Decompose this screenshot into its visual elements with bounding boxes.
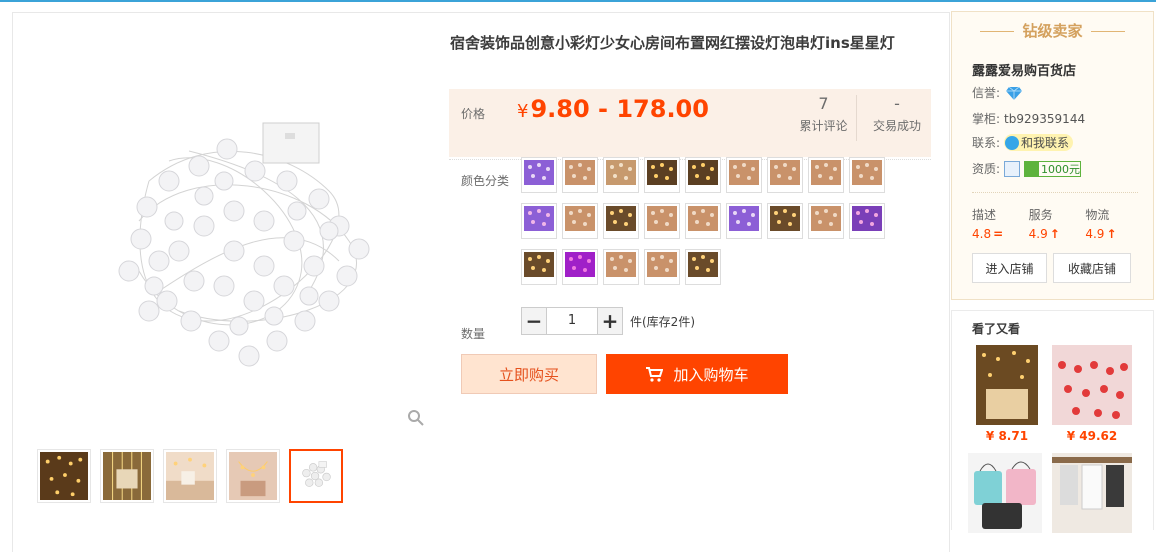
buy-now-label: 立即购买 xyxy=(498,365,559,384)
sales-count: - xyxy=(894,94,900,113)
sku-option[interactable] xyxy=(521,249,557,285)
sku-option[interactable] xyxy=(808,157,844,193)
sku-option[interactable] xyxy=(767,157,803,193)
favorite-shop-button[interactable]: 收藏店铺 xyxy=(1053,253,1131,283)
price-range: 9.80 - 178.00 xyxy=(530,95,709,123)
thumbnail-5[interactable] xyxy=(289,449,343,503)
add-to-cart-label: 加入购物车 xyxy=(673,365,749,384)
shield-icon xyxy=(1025,161,1040,176)
owner-row: 掌柜: tb929359144 xyxy=(972,111,1086,127)
sku-option[interactable] xyxy=(644,157,680,193)
seller-panel: 钻级卖家 露露爱易购百货店 信誉: 掌柜: tb929359144 联系: 和我联… xyxy=(951,11,1154,300)
also-viewed-item[interactable]: ¥ 8.71 xyxy=(976,345,1038,443)
owner-name[interactable]: tb929359144 xyxy=(1004,112,1085,126)
increase-button[interactable]: + xyxy=(597,307,623,335)
sku-option[interactable] xyxy=(562,157,598,193)
also-viewed-price: ¥ 8.71 xyxy=(985,429,1029,443)
sku-option[interactable] xyxy=(644,203,680,239)
sku-option[interactable] xyxy=(849,203,885,239)
thumbnail-3[interactable] xyxy=(163,449,217,503)
sku-option[interactable] xyxy=(767,203,803,239)
sku-option[interactable] xyxy=(603,157,639,193)
sales-label: 交易成功 xyxy=(872,119,921,133)
seller-divider xyxy=(972,192,1138,193)
sales-stat: - 交易成功 xyxy=(863,95,931,141)
also-viewed-item[interactable] xyxy=(1052,453,1132,533)
sku-option[interactable] xyxy=(521,203,557,239)
score-logistics: 物流 4.9 ↑ xyxy=(1085,208,1117,241)
sku-option[interactable] xyxy=(808,203,844,239)
thumbnail-4[interactable] xyxy=(226,449,280,503)
seller-badge: 钻级卖家 xyxy=(952,20,1153,41)
sku-option[interactable] xyxy=(521,157,557,193)
personal-cert-icon[interactable] xyxy=(1004,160,1021,177)
quantity-input[interactable]: 1 xyxy=(547,307,597,335)
sku-option[interactable] xyxy=(726,203,762,239)
deposit-badge[interactable]: 1000元 xyxy=(1024,160,1082,177)
shop-name[interactable]: 露露爱易购百货店 xyxy=(972,60,1076,79)
score-service: 服务 4.9 ↑ xyxy=(1028,208,1060,241)
stock-text: 件(库存2件) xyxy=(630,314,695,329)
add-to-cart-button[interactable]: 加入购物车 xyxy=(606,354,788,394)
also-viewed-title: 看了又看 xyxy=(972,322,1021,336)
sku-option[interactable] xyxy=(603,203,639,239)
sku-option[interactable] xyxy=(644,249,680,285)
sku-label: 颜色分类 xyxy=(461,174,510,188)
dsr-scores: 描述 4.8 = 服务 4.9 ↑ 物流 4.9 ↑ xyxy=(972,206,1142,241)
qualification-row: 资质: 1000元 xyxy=(972,160,1082,177)
thumbnail-1[interactable] xyxy=(37,449,91,503)
enter-shop-button[interactable]: 进入店铺 xyxy=(972,253,1047,283)
price-value: ¥9.80 - 178.00 xyxy=(517,95,709,123)
sku-option[interactable] xyxy=(685,249,721,285)
review-stat[interactable]: 7 累计评论 xyxy=(797,95,857,141)
top-border xyxy=(0,0,1156,2)
sku-option[interactable] xyxy=(562,249,598,285)
currency-symbol: ¥ xyxy=(517,101,529,122)
buy-now-button[interactable]: 立即购买 xyxy=(461,354,597,394)
sku-option[interactable] xyxy=(849,157,885,193)
sku-option[interactable] xyxy=(685,157,721,193)
also-viewed-item[interactable]: ¥ 49.62 xyxy=(1052,345,1132,443)
sku-option[interactable] xyxy=(685,203,721,239)
sku-option[interactable] xyxy=(562,203,598,239)
price-panel: 价格 ¥9.80 - 178.00 7 累计评论 - 交易成功 xyxy=(449,89,931,157)
thumbnail-2[interactable] xyxy=(100,449,154,503)
review-count: 7 xyxy=(818,94,829,113)
also-viewed-price: ¥ 49.62 xyxy=(1066,429,1118,443)
product-title: 宿舍装饰品创意小彩灯少女心房间布置网红摆设灯泡串灯ins星星灯 xyxy=(450,34,895,52)
score-description: 描述 4.8 = xyxy=(972,208,1004,241)
review-label: 累计评论 xyxy=(799,119,848,133)
contact-button[interactable]: 和我联系 xyxy=(1004,134,1074,151)
main-product-image[interactable] xyxy=(29,21,429,421)
diamond-icon xyxy=(1006,86,1023,100)
wangwang-icon xyxy=(1005,135,1020,150)
credit-row: 信誉: xyxy=(972,84,1023,101)
also-viewed-panel: 看了又看 ¥ 8.71 ¥ 49.62 xyxy=(951,310,1154,533)
also-viewed-item[interactable] xyxy=(968,453,1042,533)
zoom-icon[interactable] xyxy=(407,409,425,427)
sku-option[interactable] xyxy=(603,249,639,285)
contact-row: 联系: 和我联系 xyxy=(972,134,1074,151)
thumbnail-strip xyxy=(37,449,352,503)
price-label: 价格 xyxy=(461,107,486,121)
cart-icon xyxy=(646,367,664,382)
product-main: 宿舍装饰品创意小彩灯少女心房间布置网红摆设灯泡串灯ins星星灯 价格 ¥9.80… xyxy=(12,12,950,552)
quantity-stepper: − 1 + 件(库存2件) xyxy=(521,307,695,335)
decrease-button[interactable]: − xyxy=(521,307,547,335)
sku-options xyxy=(521,157,891,295)
sku-option[interactable] xyxy=(726,157,762,193)
quantity-label: 数量 xyxy=(461,327,486,341)
